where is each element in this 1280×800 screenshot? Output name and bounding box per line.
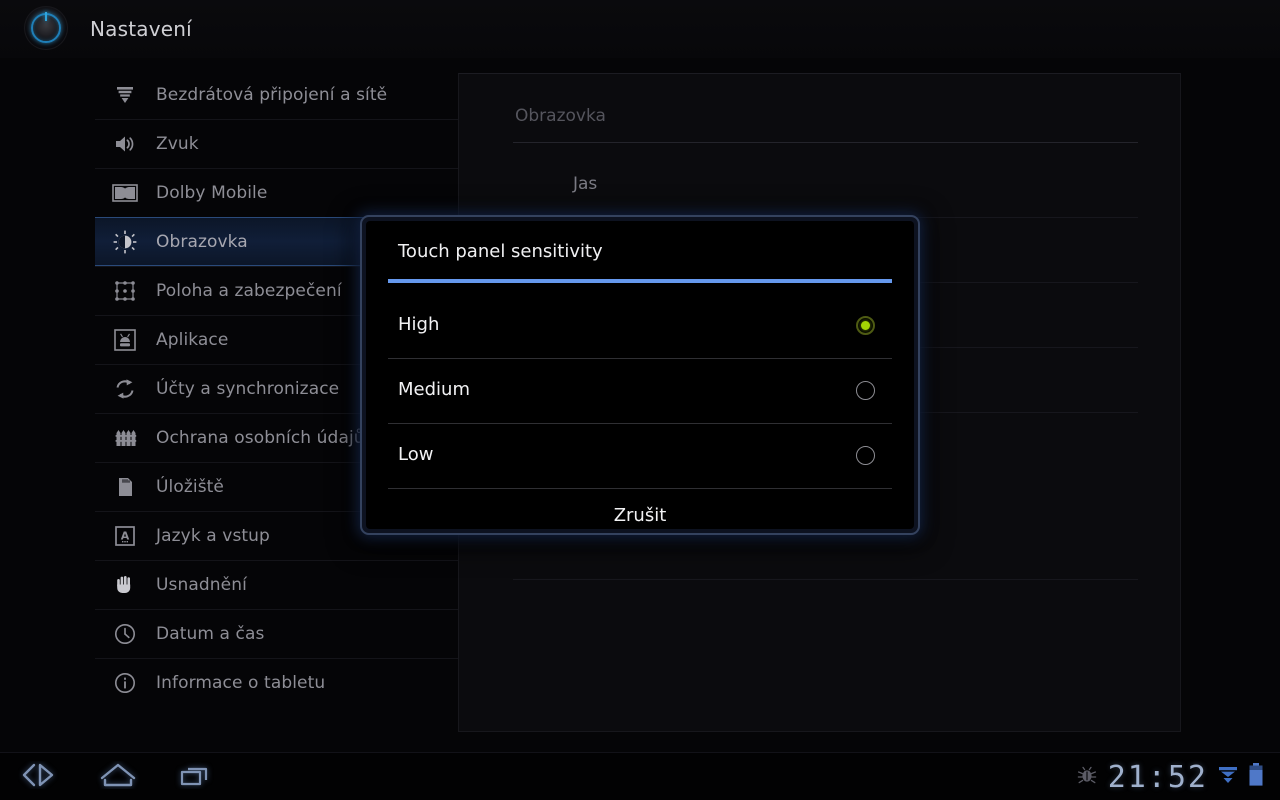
back-button[interactable] — [4, 753, 76, 800]
preference-title: Jas — [573, 174, 598, 194]
status-clock: 21:52 — [1107, 759, 1208, 795]
sidebar-item-about-tablet[interactable]: Informace o tabletu — [95, 658, 460, 707]
radio-option-medium[interactable]: Medium — [366, 358, 914, 423]
dolby-icon — [110, 178, 140, 208]
header-divider — [513, 142, 1138, 143]
info-circle-icon — [110, 668, 140, 698]
section-title: Obrazovka — [515, 106, 606, 126]
android-apps-icon — [110, 325, 140, 355]
sidebar-item-label: Účty a synchronizace — [156, 379, 340, 399]
radio-option-label: Medium — [398, 379, 470, 400]
page-title: Nastavení — [90, 17, 192, 41]
sidebar-item-label: Bezdrátová připojení a sítě — [156, 84, 388, 105]
back-arrow-icon — [18, 761, 62, 793]
sidebar-item-accessibility[interactable]: Usnadnění — [95, 560, 460, 609]
radio-option-high[interactable]: High — [366, 293, 914, 358]
cancel-button[interactable]: Zrušit — [366, 488, 914, 529]
usb-debugging-bug-icon — [1075, 763, 1099, 791]
logo-tick — [45, 12, 47, 21]
sidebar-item-label: Poloha a zabezpečení — [156, 281, 342, 301]
sidebar-item-date-time[interactable]: Datum a čas — [95, 609, 460, 658]
home-button[interactable] — [82, 753, 154, 800]
system-navigation-bar: 21:52 — [0, 752, 1280, 800]
action-bar: Nastavení — [0, 0, 1280, 58]
sidebar-item-label: Informace o tabletu — [156, 673, 326, 693]
sound-speaker-icon — [110, 129, 140, 159]
radio-option-label: High — [398, 314, 440, 335]
sidebar-item-label: Zvuk — [156, 134, 199, 154]
radio-option-label: Low — [398, 444, 434, 465]
sidebar-item-label: Ochrana osobních údajů — [156, 428, 365, 448]
radio-option-low[interactable]: Low — [366, 423, 914, 488]
recent-apps-button[interactable] — [160, 753, 232, 800]
recent-apps-icon — [174, 761, 218, 793]
radio-button[interactable] — [856, 446, 875, 465]
svg-text:A: A — [121, 530, 130, 543]
display-brightness-icon — [110, 227, 140, 257]
radio-button[interactable] — [856, 381, 875, 400]
sidebar-item-label: Obrazovka — [156, 231, 248, 252]
wifi-signal-icon — [1217, 763, 1239, 791]
sidebar-item-label: Usnadnění — [156, 575, 247, 595]
location-security-icon — [110, 276, 140, 306]
sidebar-item-label: Jazyk a vstup — [156, 526, 270, 546]
privacy-fence-icon — [110, 423, 140, 453]
touch-sensitivity-dialog: Touch panel sensitivity High Medium Low … — [360, 215, 920, 535]
sidebar-item-label: Aplikace — [156, 330, 229, 350]
language-input-icon: A — [110, 521, 140, 551]
accessibility-hand-icon — [110, 570, 140, 600]
status-area[interactable]: 21:52 — [1075, 753, 1280, 800]
preference-brightness[interactable]: Jas — [459, 152, 1182, 217]
sidebar-item-sound[interactable]: Zvuk — [95, 119, 460, 168]
dialog-accent-bar — [388, 279, 892, 283]
dialog-body: Touch panel sensitivity High Medium Low … — [366, 221, 914, 529]
settings-dial-icon — [24, 6, 68, 50]
sidebar-item-label: Datum a čas — [156, 624, 265, 644]
wireless-networks-icon — [110, 80, 140, 110]
android-settings-screen: Nastavení Bezdrátová připojení a sítě Zv… — [0, 0, 1280, 800]
dialog-title: Touch panel sensitivity — [398, 241, 603, 262]
sidebar-item-wireless[interactable]: Bezdrátová připojení a sítě — [95, 70, 460, 119]
battery-icon — [1248, 762, 1264, 792]
sidebar-item-label: Dolby Mobile — [156, 183, 268, 203]
sidebar-item-dolby[interactable]: Dolby Mobile — [95, 168, 460, 217]
sidebar-item-label: Úložiště — [156, 477, 224, 497]
clock-icon — [110, 619, 140, 649]
sync-accounts-icon — [110, 374, 140, 404]
sdcard-storage-icon — [110, 472, 140, 502]
row-divider — [513, 579, 1138, 580]
home-icon — [96, 761, 140, 793]
radio-button-selected[interactable] — [856, 316, 875, 335]
